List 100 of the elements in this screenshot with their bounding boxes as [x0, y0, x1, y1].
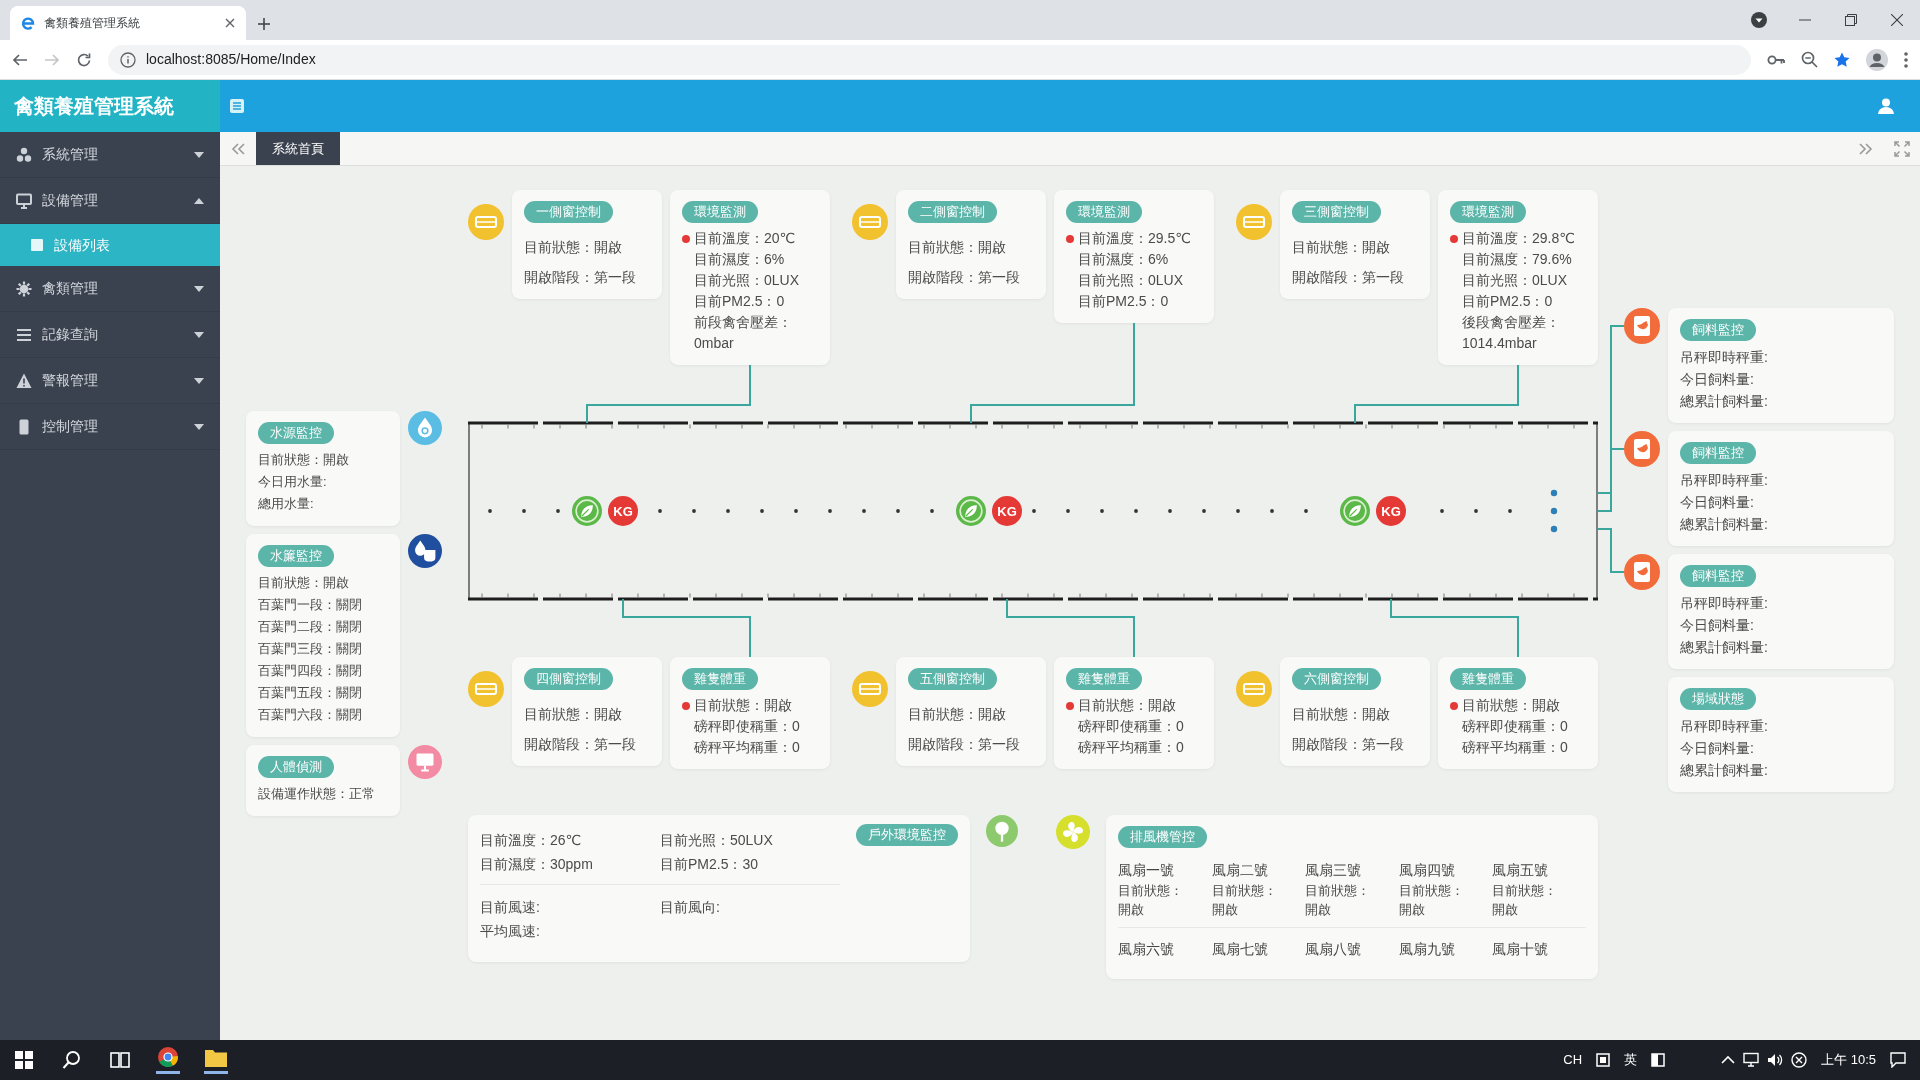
tree-icon — [986, 815, 1018, 847]
panel-title: 排風機管控 — [1118, 826, 1207, 848]
search-icon[interactable] — [62, 1050, 82, 1070]
status-text: 開啟階段：第一段 — [524, 268, 637, 287]
reading-text: 目前濕度：79.6% — [1462, 250, 1573, 269]
panel-title: 水源監控 — [258, 422, 334, 444]
bag-icon — [1624, 431, 1660, 467]
status-value: 開啟 — [1398, 901, 1426, 919]
window-icon — [1236, 671, 1272, 707]
close-icon[interactable] — [1891, 14, 1903, 26]
reading-text: 磅秤平均稱重：0 — [694, 738, 800, 757]
fan-name: 風扇六號 — [1118, 940, 1175, 959]
browser-tab[interactable]: 禽類養殖管理系統 — [10, 6, 246, 40]
status-text: 目前狀態：開啟 — [908, 705, 1007, 724]
weight-scale-marker: KG — [608, 496, 638, 526]
user-icon[interactable] — [1878, 98, 1894, 114]
status-text: 目前狀態：開啟 — [524, 238, 623, 257]
status-text: 目前狀態：開啟 — [908, 238, 1007, 257]
status-text: 百葉門二段：關閉 — [258, 618, 363, 636]
plus-icon[interactable] — [258, 18, 270, 30]
input-method-text[interactable]: CH — [1557, 1050, 1589, 1070]
colored-circle-icon[interactable] — [156, 1046, 180, 1074]
reading-text: 後段禽舍壓差：1014.4mbar — [1462, 313, 1561, 353]
monitor-icon[interactable] — [1743, 1052, 1760, 1068]
sidebar-item[interactable]: 記錄查詢 — [0, 312, 220, 358]
back-arrow-icon[interactable] — [12, 51, 28, 68]
status-value: 開啟 — [1305, 901, 1333, 919]
reading-text: 目前濕度：6% — [694, 250, 786, 269]
status-text: 開啟階段：第一段 — [524, 735, 637, 754]
sidebar-item[interactable]: 控制管理 — [0, 404, 220, 450]
favicon-icon — [20, 15, 36, 31]
language-text[interactable]: 英 — [1618, 1050, 1644, 1070]
page-tab[interactable]: 系統首頁 — [256, 132, 340, 165]
status-label: 目前狀態： — [1118, 882, 1184, 900]
square-icon[interactable] — [1596, 1053, 1611, 1067]
sidebar-item[interactable]: 系統管理 — [0, 132, 220, 178]
reading-text: 目前風速: — [480, 898, 541, 917]
maximize-icon[interactable] — [1845, 14, 1857, 26]
status-text: 目前狀態：開啟 — [1292, 238, 1391, 257]
reload-icon[interactable] — [76, 51, 92, 68]
reading-text: 目前狀態：開啟 — [1462, 696, 1561, 715]
profile-icon[interactable] — [1866, 48, 1888, 71]
monitor-icon — [408, 745, 442, 779]
chevron-up-icon[interactable] — [1721, 1054, 1736, 1066]
window-icon — [852, 671, 888, 707]
status-text: 百葉門五段：關閉 — [258, 684, 363, 702]
panel-title: 飼料監控 — [1680, 319, 1756, 341]
reading-text: 目前光照：0LUX — [1462, 271, 1569, 290]
list-icon — [16, 326, 32, 343]
weight-scale-marker: KG — [992, 496, 1022, 526]
speaker-icon[interactable] — [1767, 1052, 1784, 1068]
dropdown-icon[interactable] — [1751, 12, 1767, 28]
leaf-icon — [1340, 496, 1370, 526]
panel-title: 五側窗控制 — [908, 668, 997, 690]
circle-x-icon[interactable] — [1791, 1052, 1808, 1068]
status-label: 目前狀態： — [1398, 882, 1465, 900]
panel-title: 水簾監控 — [258, 545, 334, 567]
three-circles-icon — [16, 146, 32, 163]
panel-title: 雞隻體重 — [1450, 668, 1526, 690]
star-icon[interactable] — [1834, 51, 1850, 68]
zoom-out-icon[interactable] — [1801, 51, 1818, 68]
kebab-menu-icon[interactable] — [1904, 51, 1908, 68]
status-text: 吊秤即時秤重: — [1680, 594, 1769, 613]
half-square-icon[interactable] — [1651, 1053, 1666, 1067]
status-text: 目前狀態：開啟 — [524, 705, 623, 724]
status-label: 目前狀態： — [1305, 882, 1372, 900]
clock-text[interactable]: 上午 10:5 — [1815, 1050, 1882, 1070]
status-text: 開啟階段：第一段 — [908, 735, 1021, 754]
sidebar-item[interactable]: 警報管理 — [0, 358, 220, 404]
address-bar[interactable]: localhost:8085/Home/Index — [108, 44, 1751, 75]
notification-icon[interactable] — [1890, 1052, 1906, 1068]
status-text: 總用水量: — [258, 495, 315, 513]
status-text: 今日飼料量: — [1680, 739, 1755, 758]
square-icon — [30, 238, 44, 252]
reading-text: 目前PM2.5：30 — [660, 855, 760, 874]
status-text: 設備運作狀態：正常 — [258, 785, 376, 803]
reading-text: 磅秤平均稱重：0 — [1462, 738, 1568, 757]
close-icon[interactable] — [224, 17, 236, 29]
bag-icon — [1624, 554, 1660, 590]
fan-name: 風扇八號 — [1305, 940, 1363, 959]
reading-text: 目前PM2.5：0 — [694, 292, 786, 311]
reading-text: 目前溫度：26℃ — [480, 831, 583, 850]
monitor-icon — [16, 192, 32, 209]
reading-text: 目前PM2.5：0 — [1462, 292, 1554, 311]
fan-name: 風扇九號 — [1398, 940, 1456, 959]
status-label: 目前狀態： — [1492, 882, 1559, 900]
fan-name: 風扇二號 — [1211, 861, 1269, 880]
task-view-icon[interactable] — [110, 1050, 130, 1070]
window-icon — [1236, 204, 1272, 240]
info-icon[interactable] — [120, 51, 136, 68]
start-icon[interactable] — [14, 1050, 34, 1070]
reading-text: 目前溫度：29.8℃ — [1462, 229, 1576, 248]
status-text: 吊秤即時秤重: — [1680, 471, 1769, 490]
water-drop-icon — [408, 411, 442, 445]
panel-title: 戶外環境監控 — [856, 824, 958, 846]
sun-icon — [16, 280, 32, 297]
sidebar-item[interactable]: 禽類管理 — [0, 266, 220, 312]
reading-text: 磅秤即使稱重：0 — [1462, 717, 1568, 736]
panel-title: 場域狀態 — [1680, 688, 1756, 710]
reading-text: 目前狀態：開啟 — [694, 696, 793, 715]
